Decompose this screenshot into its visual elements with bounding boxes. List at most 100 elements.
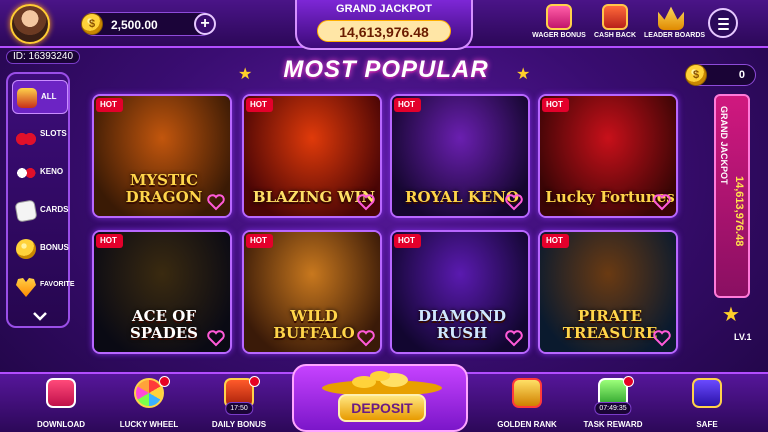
notification-badge — [623, 376, 634, 387]
menu-icon — [718, 18, 729, 20]
coin-count: 0 — [738, 69, 745, 81]
side-grand-jackpot: GRAND JACKPOT 14,613,976.48 — [714, 94, 750, 298]
sidebar-item-cards[interactable]: CARDS — [12, 194, 68, 228]
category-sidebar: ALL SLOTS KENO CARDS BONUS FAVORITE — [6, 72, 74, 328]
favorite-heart-icon[interactable] — [652, 328, 672, 348]
chevron-down-icon[interactable] — [32, 310, 48, 322]
sidebar-item-label: KENO — [40, 167, 64, 176]
game-card[interactable]: HOT BLAZING WIN — [242, 94, 382, 218]
golden-rank-button[interactable]: GOLDEN RANK — [486, 378, 568, 432]
hot-badge: HOT — [96, 98, 123, 112]
side-jackpot-value: 14,613,976.48 — [733, 176, 745, 247]
hot-badge: HOT — [542, 98, 569, 112]
level-label: LV.1 — [734, 332, 752, 342]
user-id: ID: 16393240 — [6, 50, 81, 64]
task-reward-label: TASK REWARD — [583, 420, 643, 429]
favorite-heart-icon[interactable] — [206, 328, 226, 348]
menu-icon-line — [718, 28, 729, 30]
balls-icon — [16, 163, 36, 183]
daily-bonus-timer: 17:50 — [225, 402, 253, 415]
favorite-heart-icon[interactable] — [356, 328, 376, 348]
download-button[interactable]: DOWNLOAD — [20, 378, 102, 432]
sidebar-item-label: CARDS — [40, 205, 69, 214]
sidebar-item-label: SLOTS — [40, 129, 67, 138]
sidebar-item-keno[interactable]: KENO — [12, 156, 68, 190]
coin-icon: $ — [685, 64, 707, 86]
cherry-icon — [16, 125, 36, 145]
sidebar-item-favorite[interactable]: FAVORITE — [12, 270, 74, 304]
favorite-heart-icon[interactable] — [206, 192, 226, 212]
game-card[interactable]: HOT Lucky Fortunes — [538, 94, 678, 218]
lucky-wheel-label: LUCKY WHEEL — [119, 420, 179, 429]
avatar[interactable] — [10, 4, 50, 44]
safe-label: SAFE — [696, 420, 718, 429]
grand-jackpot-value: 14,613,976.48 — [317, 20, 451, 42]
safe-button[interactable]: SAFE — [666, 378, 748, 432]
gift-icon — [546, 4, 572, 30]
hot-badge: HOT — [394, 234, 421, 248]
sidebar-item-slots[interactable]: SLOTS — [12, 118, 68, 152]
game-card[interactable]: HOT ROYAL KENO — [390, 94, 530, 218]
golden-rank-label: GOLDEN RANK — [497, 420, 557, 429]
sidebar-item-all[interactable]: ALL — [12, 80, 68, 114]
game-card[interactable]: HOT ACE OF SPADES — [92, 230, 232, 354]
notification-badge — [249, 376, 260, 387]
task-reward-button[interactable]: 07:49:35 TASK REWARD — [572, 376, 654, 432]
game-card[interactable]: HOT MYSTIC DRAGON — [92, 94, 232, 218]
section-title: MOST POPULAR — [283, 56, 489, 83]
grand-jackpot-title: GRAND JACKPOT — [336, 3, 432, 15]
coin-pile-icon — [322, 371, 442, 396]
wager-bonus-button[interactable]: WAGER BONUS — [532, 4, 586, 46]
deposit-button[interactable]: DEPOSIT — [338, 394, 426, 422]
favorite-heart-icon[interactable] — [504, 328, 524, 348]
sidebar-item-bonus[interactable]: BONUS — [12, 232, 69, 266]
deposit-panel[interactable]: DEPOSIT — [292, 364, 468, 432]
sidebar-item-label: FAVORITE — [40, 281, 75, 288]
task-reward-timer: 07:49:35 — [594, 402, 632, 415]
level-star-icon[interactable]: ★ — [722, 302, 740, 327]
leader-boards-label: LEADER BOARDS — [644, 32, 706, 39]
add-balance-button[interactable]: + — [194, 13, 216, 35]
hot-badge: HOT — [394, 98, 421, 112]
slot-machine-icon — [17, 88, 37, 108]
cash-back-button[interactable]: CASH BACK — [588, 4, 642, 46]
favorite-heart-icon[interactable] — [356, 192, 376, 212]
download-icon — [46, 378, 76, 408]
coin-stack-icon — [16, 239, 36, 259]
trophy-icon — [512, 378, 542, 408]
game-grid: HOT MYSTIC DRAGON HOT BLAZING WIN HOT ROYAL K… — [92, 94, 682, 356]
wallet-icon — [602, 4, 628, 30]
daily-bonus-label: DAILY BONUS — [211, 420, 267, 429]
download-label: DOWNLOAD — [37, 420, 85, 429]
hot-badge: HOT — [96, 234, 123, 248]
favorite-heart-icon[interactable] — [504, 192, 524, 212]
menu-icon-line — [718, 23, 729, 25]
hot-badge: HOT — [542, 234, 569, 248]
sidebar-item-label: ALL — [41, 92, 57, 101]
hot-badge: HOT — [246, 98, 273, 112]
favorite-heart-icon[interactable] — [652, 192, 672, 212]
crown-icon — [658, 6, 684, 30]
safe-icon — [692, 378, 722, 408]
lucky-wheel-button[interactable]: LUCKY WHEEL — [108, 376, 190, 432]
coin-counter: $ 0 — [685, 64, 756, 86]
heart-icon — [16, 278, 36, 297]
coin-icon: $ — [81, 13, 103, 35]
balance-amount: 2,500.00 — [111, 18, 158, 32]
daily-bonus-button[interactable]: 17:50 DAILY BONUS — [198, 376, 280, 432]
game-card[interactable]: HOT DIAMOND RUSH — [390, 230, 530, 354]
menu-button[interactable] — [708, 8, 738, 38]
cash-back-label: CASH BACK — [594, 32, 636, 39]
hot-badge: HOT — [246, 234, 273, 248]
game-card[interactable]: HOT PIRATE TREASURE — [538, 230, 678, 354]
cards-icon — [14, 199, 38, 223]
leader-boards-button[interactable]: LEADER BOARDS — [644, 4, 706, 46]
top-bar: $ 2,500.00 + GRAND JACKPOT 14,613,976.48… — [0, 0, 768, 50]
game-card[interactable]: HOT WILD BUFFALO — [242, 230, 382, 354]
grand-jackpot-panel: GRAND JACKPOT 14,613,976.48 — [295, 0, 473, 50]
wager-bonus-label: WAGER BONUS — [532, 32, 586, 39]
sidebar-item-label: BONUS — [40, 243, 69, 252]
notification-badge — [159, 376, 170, 387]
side-jackpot-title: GRAND JACKPOT — [719, 106, 729, 185]
star-icon: ★ — [516, 66, 531, 83]
